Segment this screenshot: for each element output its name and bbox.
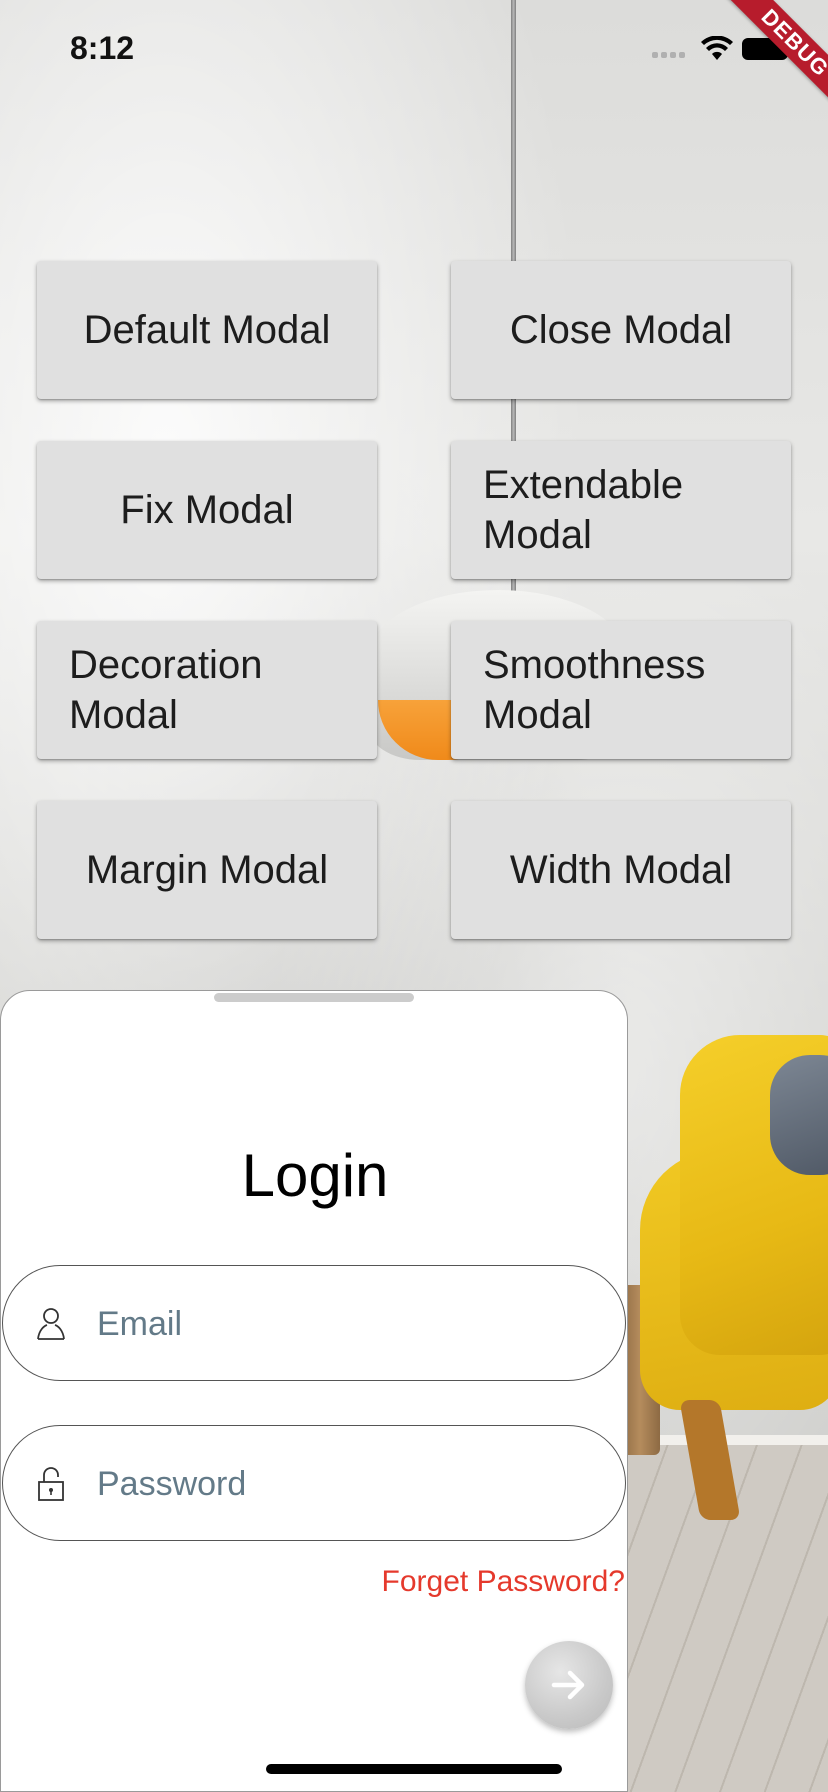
- home-indicator: [266, 1764, 562, 1774]
- button-label: Margin Modal: [85, 848, 329, 892]
- submit-button[interactable]: [525, 1641, 613, 1729]
- drag-handle[interactable]: [214, 993, 414, 1002]
- login-bottom-sheet[interactable]: Login Forget Password?: [0, 990, 628, 1792]
- button-label: Decoration Modal: [69, 643, 263, 737]
- wifi-icon: [701, 36, 733, 60]
- user-icon: [37, 1308, 65, 1340]
- width-modal-button[interactable]: Width Modal: [451, 801, 791, 939]
- email-input[interactable]: [97, 1294, 597, 1354]
- button-label: Fix Modal: [120, 488, 294, 532]
- status-time: 8:12: [70, 30, 135, 66]
- button-label: Width Modal: [509, 848, 733, 892]
- margin-modal-button[interactable]: Margin Modal: [37, 801, 377, 939]
- smoothness-modal-button[interactable]: Smoothness Modal: [451, 621, 791, 759]
- extendable-modal-button[interactable]: Extendable Modal: [451, 441, 791, 579]
- button-label: Default Modal: [83, 308, 331, 352]
- button-label: Smoothness Modal: [483, 643, 706, 737]
- fix-modal-button[interactable]: Fix Modal: [37, 441, 377, 579]
- forget-password-link[interactable]: Forget Password?: [382, 1565, 625, 1599]
- arrow-right-icon: [551, 1670, 585, 1700]
- login-title: Login: [241, 1142, 389, 1209]
- cellular-signal-icon: [652, 52, 685, 58]
- button-label: Close Modal: [509, 308, 733, 352]
- password-field[interactable]: [2, 1425, 626, 1541]
- email-field[interactable]: [2, 1265, 626, 1381]
- lock-icon: [38, 1467, 64, 1501]
- chair-pillow: [770, 1055, 828, 1175]
- default-modal-button[interactable]: Default Modal: [37, 261, 377, 399]
- close-modal-button[interactable]: Close Modal: [451, 261, 791, 399]
- password-input[interactable]: [97, 1454, 597, 1514]
- button-label: Extendable Modal: [483, 463, 684, 557]
- decoration-modal-button[interactable]: Decoration Modal: [37, 621, 377, 759]
